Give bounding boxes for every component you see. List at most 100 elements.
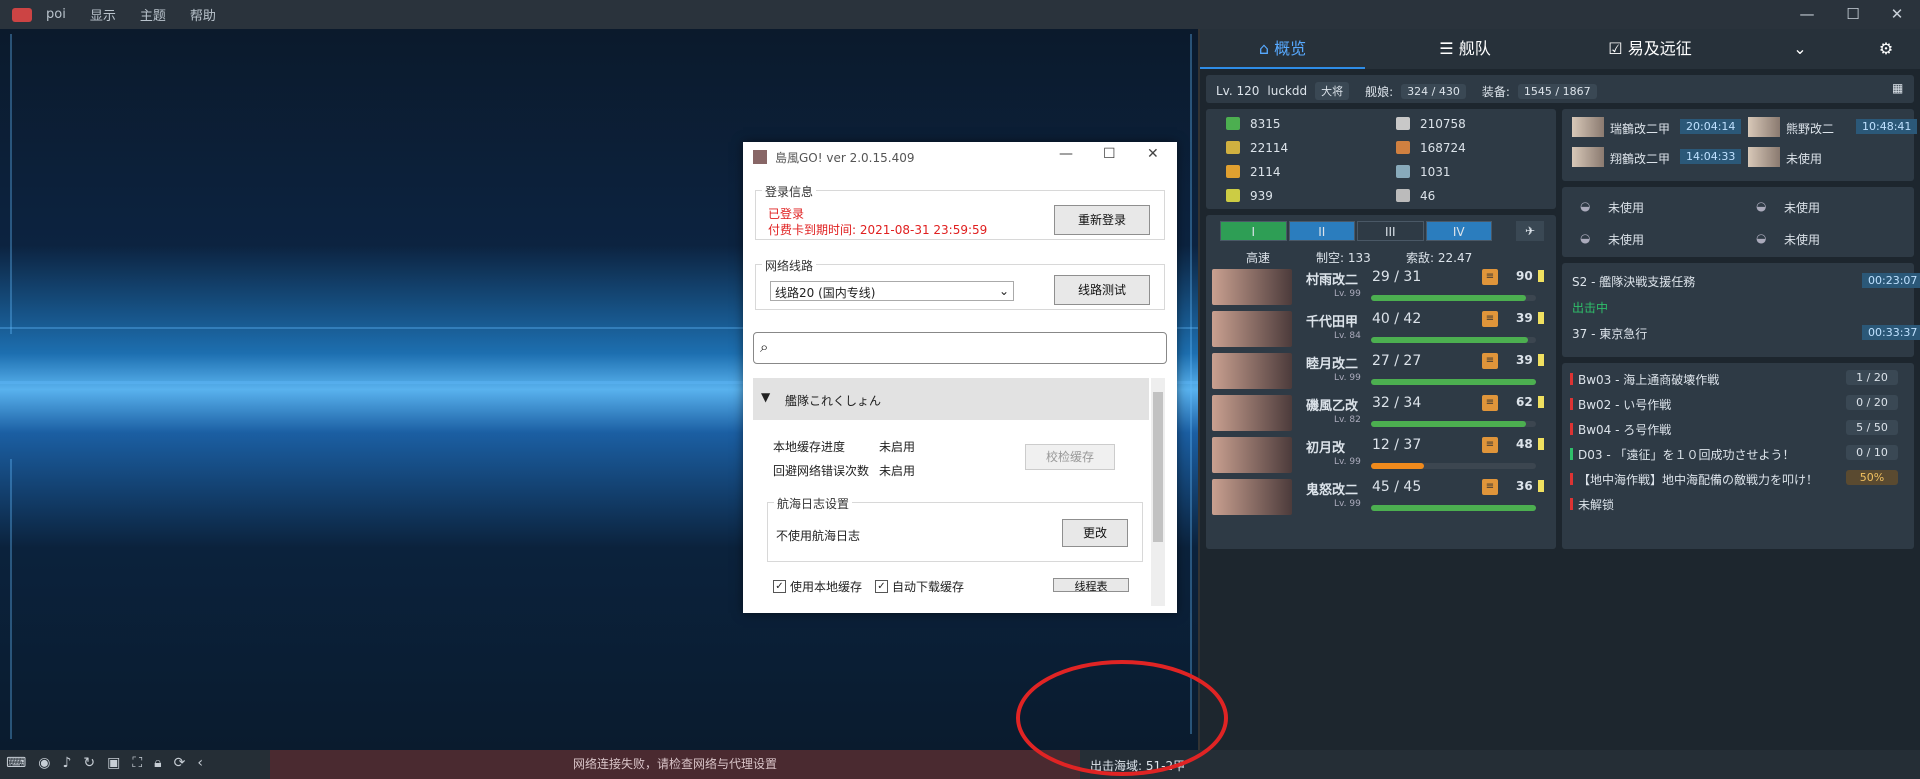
cond-indicator [1538,270,1544,282]
ship-cond: 90 [1516,269,1533,283]
ship-row[interactable]: 睦月改二 Lv. 99 27 / 27 ≡ 39 [1206,351,1556,391]
resource-value: 210758 [1420,117,1466,131]
menu-poi[interactable]: poi [46,7,66,22]
menu-help[interactable]: 帮助 [190,5,216,24]
auto-download-checkbox[interactable]: ✓ 自动下载缓存 [875,578,964,595]
dialog-minimize-icon[interactable]: — [1059,146,1073,162]
airplane-icon[interactable]: ✈ [1516,221,1544,241]
image-icon[interactable]: ▣ [107,755,120,771]
section-header[interactable]: ▼ 艦隊これくしょん [753,378,1149,420]
quest-type-marker [1570,373,1573,385]
dialog-maximize-icon[interactable]: ☐ [1103,146,1116,162]
repair-timer: 14:04:33 [1680,149,1742,164]
resource-value: 168724 [1420,141,1466,155]
section-title: 艦隊これくしょん [785,394,882,408]
ship-name: 鬼怒改二 [1306,483,1359,498]
admiral-name: luckdd [1267,84,1308,98]
network-legend: 网络线路 [762,257,817,274]
tab-bar: ⌂ 概览 ☰ 舰队 ☑ 易及远征 ⌄ ⚙ [1200,29,1920,69]
dialog-title: 島風GO! ver 2.0.15.409 [775,150,915,165]
relogin-button[interactable]: 重新登录 [1054,205,1150,235]
supply-icon: ≡ [1482,395,1498,411]
chevron-down-icon[interactable]: ⌄ [1780,29,1820,69]
fleet-card: I II III IV ✈ 高速 制空: 133 索敌: 22.47 村雨改二 Lv. … [1206,215,1556,549]
hp-fill [1371,295,1527,301]
repair-timer: 20:04:14 [1680,119,1742,134]
shimakaze-go-dialog: 島風GO! ver 2.0.15.409 — ☐ ✕ 登录信息 已登录 付费卡到… [743,142,1177,613]
reload-icon[interactable]: ⟳ [174,755,186,771]
tab-expedition[interactable]: ☑ 易及远征 [1565,29,1735,69]
menu-theme[interactable]: 主题 [140,5,166,24]
log-legend: 航海日志设置 [774,495,853,512]
camera-icon[interactable]: ◉ [38,755,50,771]
repair-ship-name: 翔鶴改二甲 [1610,152,1671,166]
ship-hp: 12 / 37 [1372,437,1422,453]
fullscreen-icon[interactable]: ⛶ [132,755,142,771]
close-icon[interactable]: ✕ [1874,0,1920,29]
fleet-tab-3[interactable]: III [1357,221,1424,241]
ship-name: 村雨改二 [1306,273,1359,288]
quest-type-marker [1570,448,1573,460]
ship-hp: 40 / 42 [1372,311,1422,327]
dialog-scrollbar[interactable] [1151,378,1165,606]
ship-cond: 39 [1516,311,1533,325]
ship-name: 初月改 [1306,441,1346,456]
supply-icon: ≡ [1482,437,1498,453]
fleet-tab-4[interactable]: IV [1425,221,1492,241]
dialog-close-icon[interactable]: ✕ [1147,146,1159,162]
ship-level: Lv. 82 [1334,415,1361,425]
equip-label: 装备: [1481,84,1510,99]
tab-overview[interactable]: ⌂ 概览 [1200,29,1365,69]
ship-avatar [1572,117,1604,137]
expedition-timer-2: 00:33:37 [1862,325,1920,340]
use-cache-checkbox[interactable]: ✓ 使用本地缓存 [773,578,862,595]
verify-cache-button[interactable]: 校检缓存 [1025,444,1115,470]
fleet-tab-1[interactable]: I [1220,221,1287,241]
build-dock-status: 未使用 [1784,233,1821,247]
calendar-icon[interactable]: ▦ [1892,81,1903,95]
collapse-icon[interactable]: ‹ [197,755,203,771]
lock-icon[interactable]: 🔒︎ [154,755,161,771]
ship-row[interactable]: 村雨改二 Lv. 99 29 / 31 ≡ 90 [1206,267,1556,307]
route-test-button[interactable]: 线路测试 [1054,275,1150,305]
hp-bar [1371,463,1536,469]
hp-bar [1371,505,1536,511]
expedition-card: S2 - 艦隊決戦支援任務 00:23:07 出击中 37 - 東京急行 00:… [1562,263,1920,357]
login-status: 已登录 [768,207,805,221]
info-panel: ⌂ 概览 ☰ 舰队 ☑ 易及远征 ⌄ ⚙ Lv. 120 luckdd 大将 舰… [1200,29,1920,750]
resource-value: 939 [1250,189,1273,203]
ship-avatar [1572,147,1604,167]
resource-value: 46 [1420,189,1436,203]
minimize-icon[interactable]: — [1784,0,1830,29]
tab-fleet[interactable]: ☰ 舰队 [1365,29,1565,69]
search-input[interactable]: ⌕ [753,332,1167,364]
resource-icon [1226,165,1240,178]
ship-hp: 27 / 27 [1372,353,1422,369]
hp-fill [1371,463,1424,469]
ship-avatar [1212,311,1292,347]
refresh-icon[interactable]: ↻ [83,755,95,771]
quest-progress: 1 / 20 [1846,370,1898,385]
fleet-tab-2[interactable]: II [1288,221,1355,241]
menu-display[interactable]: 显示 [90,5,116,24]
los-label: 索敌: [1406,251,1435,265]
quest-card: Bw03 - 海上通商破壊作戦 1 / 20 Bw02 - い号作戦 0 / 20 Bw… [1562,363,1914,549]
maximize-icon[interactable]: ☐ [1830,0,1876,29]
ship-row[interactable]: 初月改 Lv. 99 12 / 37 ≡ 48 [1206,435,1556,475]
ship-row[interactable]: 磯風乙改 Lv. 82 32 / 34 ≡ 62 [1206,393,1556,433]
volume-icon[interactable]: ♪ [62,755,71,771]
ship-row[interactable]: 千代田甲 Lv. 84 40 / 42 ≡ 39 [1206,309,1556,349]
ship-row[interactable]: 鬼怒改二 Lv. 99 45 / 45 ≡ 36 [1206,477,1556,517]
more-button[interactable]: 线程表 [1053,578,1129,592]
repair-dock-card: 瑞鶴改二甲 20:04:14 熊野改二 10:48:41 翔鶴改二甲 14:04:33 未使… [1562,109,1918,181]
route-select[interactable]: 线路20 (国内专线) ⌄ [770,281,1014,301]
resources-card: 8315 210758 22114 168724 2114 1031 939 46 [1206,109,1556,209]
resource-icon [1396,141,1410,154]
build-dock-icon: ◒ [1756,231,1767,245]
login-legend: 登录信息 [762,183,817,200]
app-logo-icon [12,7,32,22]
terminal-icon[interactable]: ⌨ [6,755,26,771]
change-button[interactable]: 更改 [1062,519,1128,547]
gear-icon[interactable]: ⚙ [1866,29,1906,69]
log-value: 不使用航海日志 [776,529,861,543]
